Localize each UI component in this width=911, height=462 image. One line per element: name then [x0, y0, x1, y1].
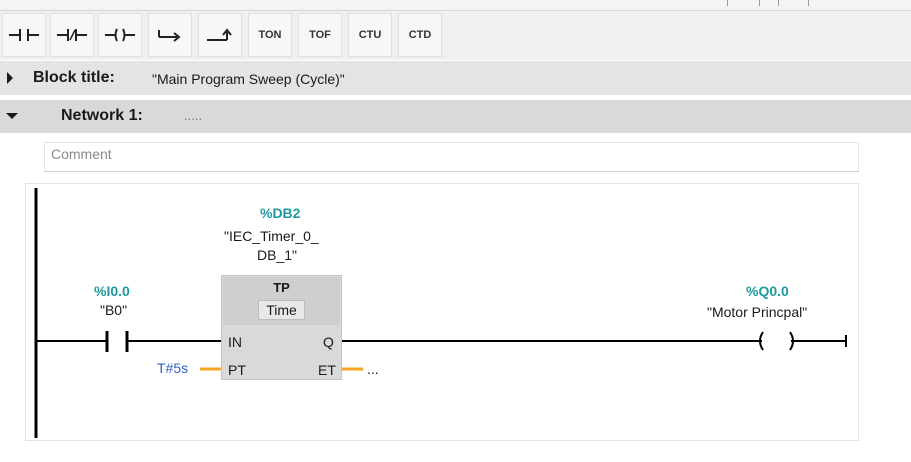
timer-data-type[interactable]: Time	[258, 300, 305, 320]
nc-contact-icon	[57, 29, 87, 41]
block-title-value[interactable]: "Main Program Sweep (Cycle)"	[152, 71, 345, 87]
network-title-field[interactable]: .....	[184, 108, 202, 123]
coil-tag[interactable]: "Motor Princpal"	[707, 304, 807, 320]
ton-button[interactable]: TON	[248, 13, 292, 57]
coil-address[interactable]: %Q0.0	[746, 283, 789, 299]
block-title-label: Block title:	[33, 69, 115, 86]
timer-db-address[interactable]: %DB2	[260, 205, 300, 221]
tp-timer-box[interactable]: TP Time IN Q PT ET	[221, 275, 342, 380]
open-branch-icon	[158, 30, 181, 42]
chevron-down-icon[interactable]	[5, 111, 19, 121]
tof-button[interactable]: TOF	[298, 13, 342, 57]
pin-pt: PT	[228, 362, 246, 378]
coil-icon	[105, 28, 135, 42]
ctu-label: CTU	[358, 29, 382, 41]
block-title-row[interactable]: Block title: "Main Program Sweep (Cycle)…	[0, 61, 911, 95]
open-branch-button[interactable]	[148, 13, 192, 57]
timer-type: TP	[273, 280, 290, 295]
no-contact-button[interactable]	[2, 13, 46, 57]
nc-contact-button[interactable]	[50, 13, 94, 57]
contact-tag[interactable]: "B0"	[100, 302, 127, 318]
pt-value[interactable]: T#5s	[157, 360, 188, 376]
network-comment-field[interactable]: Comment	[44, 142, 859, 172]
network-header[interactable]: Network 1: .....	[0, 100, 911, 133]
divider	[727, 0, 728, 6]
timer-db-name[interactable]: DB_1"	[257, 247, 297, 263]
network-label: Network 1:	[61, 107, 143, 124]
ctd-label: CTD	[408, 29, 432, 41]
pin-q: Q	[323, 334, 334, 350]
top-strip	[0, 0, 911, 11]
pin-in: IN	[228, 334, 242, 350]
ton-label: TON	[258, 29, 282, 41]
ctd-button[interactable]: CTD	[398, 13, 442, 57]
divider	[778, 0, 779, 6]
pin-et: ET	[318, 362, 336, 378]
close-branch-button[interactable]	[198, 13, 242, 57]
et-value[interactable]: ...	[367, 361, 379, 377]
divider	[759, 0, 760, 6]
divider	[808, 0, 809, 6]
close-branch-icon	[207, 28, 232, 41]
chevron-right-icon[interactable]	[5, 71, 15, 85]
instruction-toolbar: TON TOF CTU CTD	[0, 11, 911, 60]
ctu-button[interactable]: CTU	[348, 13, 392, 57]
tof-label: TOF	[309, 29, 331, 41]
timer-db-name[interactable]: "IEC_Timer_0_	[224, 228, 319, 244]
coil-button[interactable]	[98, 13, 142, 57]
no-contact-icon	[9, 29, 39, 41]
contact-address[interactable]: %I0.0	[94, 283, 130, 299]
